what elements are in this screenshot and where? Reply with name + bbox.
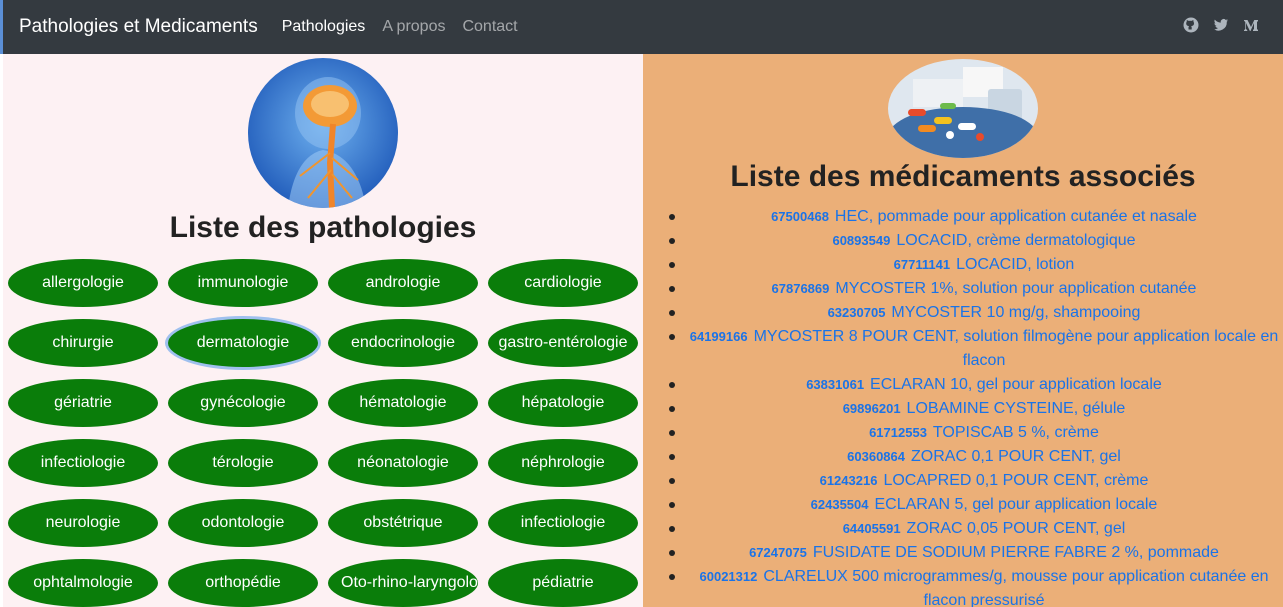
medicaments-list: 67500468 HEC, pommade pour application cu… xyxy=(669,205,1283,607)
medicament-name[interactable]: TOPISCAB 5 %, crème xyxy=(933,424,1099,441)
medicament-item[interactable]: 60893549 LOCACID, crème dermatologique xyxy=(669,229,1283,253)
medicament-name[interactable]: LOCACID, crème dermatologique xyxy=(896,232,1135,249)
medicament-item[interactable]: 62435504 ECLARAN 5, gel pour application … xyxy=(669,493,1283,517)
medicament-item[interactable]: 67711141 LOCACID, lotion xyxy=(669,253,1283,277)
medicament-item[interactable]: 63831061 ECLARAN 10, gel pour application… xyxy=(669,373,1283,397)
medicament-name[interactable]: MYCOSTER 8 POUR CENT, solution filmogène… xyxy=(754,328,1279,369)
medicament-name[interactable]: ECLARAN 5, gel pour application locale xyxy=(875,496,1158,513)
nav-link-pathologies[interactable]: Pathologies xyxy=(282,18,366,36)
medicament-name[interactable]: CLARELUX 500 microgrammes/g, mousse pour… xyxy=(763,568,1268,607)
medicament-code: 67876869 xyxy=(771,281,830,296)
medicament-name[interactable]: LOBAMINE CYSTEINE, gélule xyxy=(907,400,1126,417)
pathology-button-immunologie[interactable]: immunologie xyxy=(168,259,318,307)
pathology-button-terologie[interactable]: térologie xyxy=(168,439,318,487)
pathology-button-obstetrique[interactable]: obstétrique xyxy=(328,499,478,547)
medicament-name[interactable]: ZORAC 0,05 POUR CENT, gel xyxy=(907,520,1126,537)
medicament-item[interactable]: 60021312 CLARELUX 500 microgrammes/g, mou… xyxy=(669,565,1283,607)
pathology-button-endocrinologie[interactable]: endocrinologie xyxy=(328,319,478,367)
medicament-name[interactable]: LOCAPRED 0,1 POUR CENT, crème xyxy=(883,472,1148,489)
pathology-button-chirurgie[interactable]: chirurgie xyxy=(8,319,158,367)
medicament-name[interactable]: ECLARAN 10, gel pour application locale xyxy=(870,376,1162,393)
medicament-name[interactable]: ZORAC 0,1 POUR CENT, gel xyxy=(911,448,1121,465)
medicament-code: 60893549 xyxy=(832,233,891,248)
pathologies-grid: allergologie immunologie andrologie card… xyxy=(8,259,648,607)
pathologies-title: Liste des pathologies xyxy=(169,211,477,244)
medicament-code: 67247075 xyxy=(749,545,807,560)
pathology-button-odontologie[interactable]: odontologie xyxy=(168,499,318,547)
medicament-code: 63831061 xyxy=(806,377,865,392)
pathology-button-infectiologie[interactable]: infectiologie xyxy=(8,439,158,487)
nav-link-a-propos[interactable]: A propos xyxy=(382,18,445,36)
medicament-item[interactable]: 64199166 MYCOSTER 8 POUR CENT, solution f… xyxy=(669,325,1283,373)
medicament-code: 67500468 xyxy=(771,209,829,224)
pathology-button-gastro-enterologie[interactable]: gastro-entérologie xyxy=(488,319,638,367)
medicament-name[interactable]: LOCACID, lotion xyxy=(956,256,1074,273)
medicament-item[interactable]: 63230705 MYCOSTER 10 mg/g, shampooing xyxy=(669,301,1283,325)
medicament-name[interactable]: FUSIDATE DE SODIUM PIERRE FABRE 2 %, pom… xyxy=(813,544,1219,561)
nervous-system-image xyxy=(248,58,398,208)
pathology-button-gynecologie[interactable]: gynécologie xyxy=(168,379,318,427)
medicament-item[interactable]: 67876869 MYCOSTER 1%, solution pour appli… xyxy=(669,277,1283,301)
medicaments-panel: Liste des médicaments associés 67500468 H… xyxy=(643,54,1283,607)
medicament-code: 63230705 xyxy=(827,305,886,320)
medicament-code: 69896201 xyxy=(842,401,901,416)
pathology-button-infectiologie-2[interactable]: infectiologie xyxy=(488,499,638,547)
pathology-button-dermatologie[interactable]: dermatologie xyxy=(168,319,318,367)
pathology-button-ophtalmologie[interactable]: ophtalmologie xyxy=(8,559,158,607)
pathology-button-orthopedie[interactable]: orthopédie xyxy=(168,559,318,607)
twitter-icon[interactable] xyxy=(1213,17,1229,33)
medicament-code: 64199166 xyxy=(689,329,748,344)
pathology-button-neurologie[interactable]: neurologie xyxy=(8,499,158,547)
medicament-name[interactable]: HEC, pommade pour application cutanée et… xyxy=(835,208,1197,225)
navbar: Pathologies et Medicaments Pathologies A… xyxy=(0,0,1283,54)
medium-icon[interactable] xyxy=(1243,17,1259,33)
pathology-button-nephrologie[interactable]: néphrologie xyxy=(488,439,638,487)
nav-link-contact[interactable]: Contact xyxy=(462,18,517,36)
brand-link[interactable]: Pathologies et Medicaments xyxy=(19,16,258,38)
pathologies-panel: Liste des pathologies allergologie immun… xyxy=(3,54,643,607)
pathology-button-andrologie[interactable]: andrologie xyxy=(328,259,478,307)
pathology-button-hepatologie[interactable]: hépatologie xyxy=(488,379,638,427)
medicaments-title: Liste des médicaments associés xyxy=(730,160,1196,193)
medicament-name[interactable]: MYCOSTER 10 mg/g, shampooing xyxy=(891,304,1140,321)
medicament-item[interactable]: 67500468 HEC, pommade pour application cu… xyxy=(669,205,1283,229)
pathology-button-geriatrie[interactable]: gériatrie xyxy=(8,379,158,427)
pathology-button-pediatrie[interactable]: pédiatrie xyxy=(488,559,638,607)
medicament-item[interactable]: 61243216 LOCAPRED 0,1 POUR CENT, crème xyxy=(669,469,1283,493)
pathology-button-allergologie[interactable]: allergologie xyxy=(8,259,158,307)
medicament-code: 62435504 xyxy=(810,497,869,512)
medicament-item[interactable]: 69896201 LOBAMINE CYSTEINE, gélule xyxy=(669,397,1283,421)
pathology-button-cardiologie[interactable]: cardiologie xyxy=(488,259,638,307)
medicament-item[interactable]: 67247075 FUSIDATE DE SODIUM PIERRE FABRE … xyxy=(669,541,1283,565)
medicaments-image xyxy=(888,59,1038,158)
medicament-item[interactable]: 64405591 ZORAC 0,05 POUR CENT, gel xyxy=(669,517,1283,541)
medicament-item[interactable]: 60360864 ZORAC 0,1 POUR CENT, gel xyxy=(669,445,1283,469)
medicament-code: 61712553 xyxy=(869,425,927,440)
medicament-code: 60360864 xyxy=(847,449,905,464)
medicament-item[interactable]: 61712553 TOPISCAB 5 %, crème xyxy=(669,421,1283,445)
medicament-code: 67711141 xyxy=(893,257,951,272)
social-icons xyxy=(1183,17,1259,33)
medicament-code: 64405591 xyxy=(842,521,901,536)
pathology-button-neonatologie[interactable]: néonatologie xyxy=(328,439,478,487)
medicament-code: 61243216 xyxy=(819,473,878,488)
medicament-code: 60021312 xyxy=(699,569,758,584)
medicament-name[interactable]: MYCOSTER 1%, solution pour application c… xyxy=(835,280,1196,297)
pathology-button-oto-rhino-laryngologie[interactable]: Oto-rhino-laryngologie xyxy=(328,559,478,607)
github-icon[interactable] xyxy=(1183,17,1199,33)
pathology-button-hematologie[interactable]: hématologie xyxy=(328,379,478,427)
